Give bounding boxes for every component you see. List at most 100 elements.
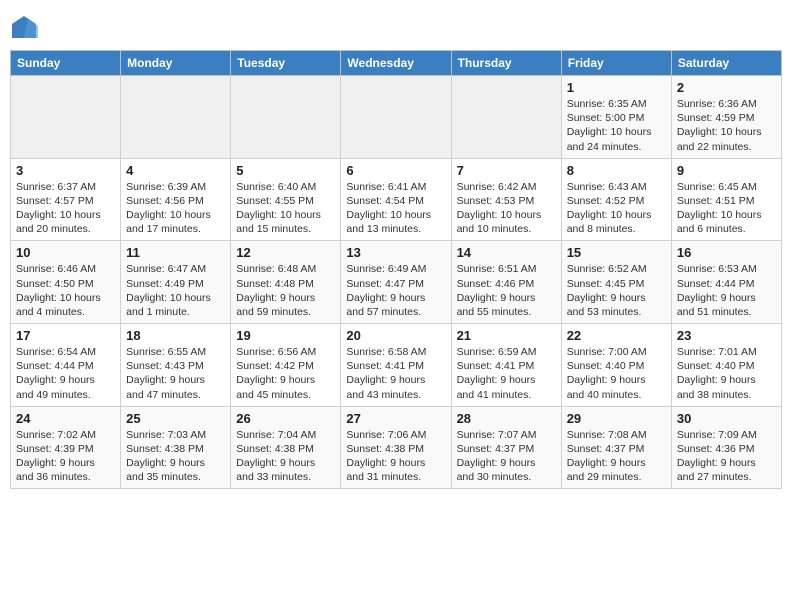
day-info: Sunrise: 6:37 AM Sunset: 4:57 PM Dayligh… <box>16 180 115 237</box>
calendar-cell: 28 Sunrise: 7:07 AM Sunset: 4:37 PM Dayli… <box>451 406 561 489</box>
calendar-cell <box>231 76 341 159</box>
day-number: 23 <box>677 328 776 343</box>
day-number: 29 <box>567 411 666 426</box>
day-number: 3 <box>16 163 115 178</box>
day-number: 27 <box>346 411 445 426</box>
calendar-header-row: SundayMondayTuesdayWednesdayThursdayFrid… <box>11 51 782 76</box>
calendar-cell: 8Sunrise: 6:43 AM Sunset: 4:52 PM Daylig… <box>561 158 671 241</box>
day-info: Sunrise: 6:56 AM Sunset: 4:42 PM Dayligh… <box>236 345 335 402</box>
day-info: Sunrise: 6:36 AM Sunset: 4:59 PM Dayligh… <box>677 97 776 154</box>
day-number: 30 <box>677 411 776 426</box>
day-info: Sunrise: 6:47 AM Sunset: 4:49 PM Dayligh… <box>126 262 225 319</box>
calendar-cell: 29 Sunrise: 7:08 AM Sunset: 4:37 PM Dayli… <box>561 406 671 489</box>
calendar-cell: 19Sunrise: 6:56 AM Sunset: 4:42 PM Dayli… <box>231 324 341 407</box>
calendar-cell: 15 Sunrise: 6:52 AM Sunset: 4:45 PM Dayli… <box>561 241 671 324</box>
calendar-cell: 2 Sunrise: 6:36 AM Sunset: 4:59 PM Daylig… <box>671 76 781 159</box>
day-info: Sunrise: 7:09 AM Sunset: 4:36 PM Dayligh… <box>677 428 776 485</box>
calendar-cell: 14Sunrise: 6:51 AM Sunset: 4:46 PM Dayli… <box>451 241 561 324</box>
day-number: 4 <box>126 163 225 178</box>
calendar-cell: 7Sunrise: 6:42 AM Sunset: 4:53 PM Daylig… <box>451 158 561 241</box>
day-info: Sunrise: 7:08 AM Sunset: 4:37 PM Dayligh… <box>567 428 666 485</box>
day-info: Sunrise: 6:42 AM Sunset: 4:53 PM Dayligh… <box>457 180 556 237</box>
header-friday: Friday <box>561 51 671 76</box>
calendar-cell: 5 Sunrise: 6:40 AM Sunset: 4:55 PM Daylig… <box>231 158 341 241</box>
calendar-cell <box>341 76 451 159</box>
calendar-cell <box>121 76 231 159</box>
day-info: Sunrise: 6:46 AM Sunset: 4:50 PM Dayligh… <box>16 262 115 319</box>
day-info: Sunrise: 7:03 AM Sunset: 4:38 PM Dayligh… <box>126 428 225 485</box>
calendar-week-5: 24 Sunrise: 7:02 AM Sunset: 4:39 PM Dayli… <box>11 406 782 489</box>
day-info: Sunrise: 6:54 AM Sunset: 4:44 PM Dayligh… <box>16 345 115 402</box>
header-saturday: Saturday <box>671 51 781 76</box>
day-info: Sunrise: 7:00 AM Sunset: 4:40 PM Dayligh… <box>567 345 666 402</box>
calendar-cell: 27 Sunrise: 7:06 AM Sunset: 4:38 PM Dayli… <box>341 406 451 489</box>
calendar-cell: 17 Sunrise: 6:54 AM Sunset: 4:44 PM Dayli… <box>11 324 121 407</box>
day-number: 16 <box>677 245 776 260</box>
logo <box>10 14 42 42</box>
header-thursday: Thursday <box>451 51 561 76</box>
day-number: 5 <box>236 163 335 178</box>
day-info: Sunrise: 6:52 AM Sunset: 4:45 PM Dayligh… <box>567 262 666 319</box>
calendar-week-2: 3 Sunrise: 6:37 AM Sunset: 4:57 PM Daylig… <box>11 158 782 241</box>
calendar-cell: 22 Sunrise: 7:00 AM Sunset: 4:40 PM Dayli… <box>561 324 671 407</box>
header-monday: Monday <box>121 51 231 76</box>
day-info: Sunrise: 6:55 AM Sunset: 4:43 PM Dayligh… <box>126 345 225 402</box>
day-info: Sunrise: 6:49 AM Sunset: 4:47 PM Dayligh… <box>346 262 445 319</box>
day-number: 15 <box>567 245 666 260</box>
calendar-cell: 9 Sunrise: 6:45 AM Sunset: 4:51 PM Daylig… <box>671 158 781 241</box>
calendar-cell: 25 Sunrise: 7:03 AM Sunset: 4:38 PM Dayli… <box>121 406 231 489</box>
calendar-cell: 12Sunrise: 6:48 AM Sunset: 4:48 PM Dayli… <box>231 241 341 324</box>
header <box>10 10 782 42</box>
calendar-cell: 18 Sunrise: 6:55 AM Sunset: 4:43 PM Dayli… <box>121 324 231 407</box>
day-info: Sunrise: 6:51 AM Sunset: 4:46 PM Dayligh… <box>457 262 556 319</box>
calendar-cell: 23 Sunrise: 7:01 AM Sunset: 4:40 PM Dayli… <box>671 324 781 407</box>
day-info: Sunrise: 6:35 AM Sunset: 5:00 PM Dayligh… <box>567 97 666 154</box>
calendar-cell: 16 Sunrise: 6:53 AM Sunset: 4:44 PM Dayli… <box>671 241 781 324</box>
day-number: 22 <box>567 328 666 343</box>
day-info: Sunrise: 6:59 AM Sunset: 4:41 PM Dayligh… <box>457 345 556 402</box>
calendar-cell: 10 Sunrise: 6:46 AM Sunset: 4:50 PM Dayli… <box>11 241 121 324</box>
calendar-week-3: 10 Sunrise: 6:46 AM Sunset: 4:50 PM Dayli… <box>11 241 782 324</box>
day-number: 25 <box>126 411 225 426</box>
day-number: 10 <box>16 245 115 260</box>
calendar-cell: 30 Sunrise: 7:09 AM Sunset: 4:36 PM Dayli… <box>671 406 781 489</box>
day-number: 2 <box>677 80 776 95</box>
calendar-week-1: 1 Sunrise: 6:35 AM Sunset: 5:00 PM Daylig… <box>11 76 782 159</box>
day-info: Sunrise: 6:39 AM Sunset: 4:56 PM Dayligh… <box>126 180 225 237</box>
day-info: Sunrise: 6:40 AM Sunset: 4:55 PM Dayligh… <box>236 180 335 237</box>
day-number: 9 <box>677 163 776 178</box>
calendar-week-4: 17 Sunrise: 6:54 AM Sunset: 4:44 PM Dayli… <box>11 324 782 407</box>
calendar: SundayMondayTuesdayWednesdayThursdayFrid… <box>10 50 782 489</box>
day-number: 11 <box>126 245 225 260</box>
header-wednesday: Wednesday <box>341 51 451 76</box>
calendar-cell: 13 Sunrise: 6:49 AM Sunset: 4:47 PM Dayli… <box>341 241 451 324</box>
calendar-cell: 20 Sunrise: 6:58 AM Sunset: 4:41 PM Dayli… <box>341 324 451 407</box>
calendar-cell: 3 Sunrise: 6:37 AM Sunset: 4:57 PM Daylig… <box>11 158 121 241</box>
calendar-cell: 26Sunrise: 7:04 AM Sunset: 4:38 PM Dayli… <box>231 406 341 489</box>
day-info: Sunrise: 7:06 AM Sunset: 4:38 PM Dayligh… <box>346 428 445 485</box>
day-info: Sunrise: 7:02 AM Sunset: 4:39 PM Dayligh… <box>16 428 115 485</box>
calendar-cell: 4 Sunrise: 6:39 AM Sunset: 4:56 PM Daylig… <box>121 158 231 241</box>
day-number: 17 <box>16 328 115 343</box>
day-number: 28 <box>457 411 556 426</box>
day-info: Sunrise: 6:41 AM Sunset: 4:54 PM Dayligh… <box>346 180 445 237</box>
day-number: 1 <box>567 80 666 95</box>
day-info: Sunrise: 6:45 AM Sunset: 4:51 PM Dayligh… <box>677 180 776 237</box>
day-info: Sunrise: 7:07 AM Sunset: 4:37 PM Dayligh… <box>457 428 556 485</box>
day-number: 26 <box>236 411 335 426</box>
day-info: Sunrise: 6:58 AM Sunset: 4:41 PM Dayligh… <box>346 345 445 402</box>
calendar-cell <box>451 76 561 159</box>
logo-icon <box>10 14 38 42</box>
day-number: 12 <box>236 245 335 260</box>
day-number: 24 <box>16 411 115 426</box>
day-number: 21 <box>457 328 556 343</box>
calendar-cell <box>11 76 121 159</box>
day-info: Sunrise: 7:01 AM Sunset: 4:40 PM Dayligh… <box>677 345 776 402</box>
day-number: 18 <box>126 328 225 343</box>
day-number: 6 <box>346 163 445 178</box>
day-number: 13 <box>346 245 445 260</box>
header-tuesday: Tuesday <box>231 51 341 76</box>
day-info: Sunrise: 6:43 AM Sunset: 4:52 PM Dayligh… <box>567 180 666 237</box>
day-info: Sunrise: 6:53 AM Sunset: 4:44 PM Dayligh… <box>677 262 776 319</box>
day-number: 20 <box>346 328 445 343</box>
